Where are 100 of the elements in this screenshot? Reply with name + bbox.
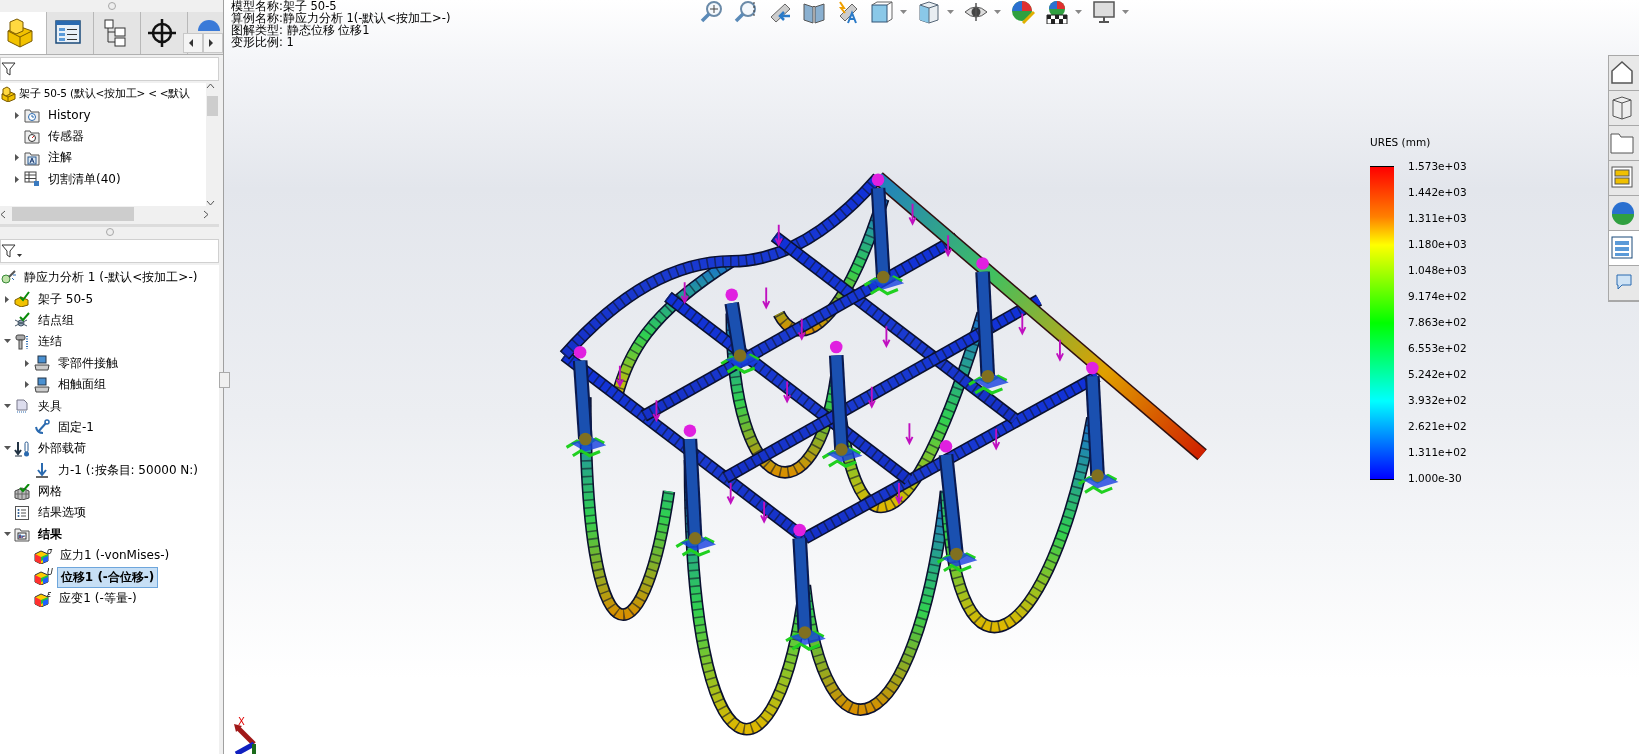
caret-icon bbox=[1075, 10, 1082, 14]
filter-field[interactable] bbox=[0, 57, 219, 81]
folder-chart-icon bbox=[14, 526, 30, 543]
arrow-thermometer-icon bbox=[14, 440, 30, 457]
tree-item[interactable]: 网格 bbox=[34, 481, 66, 503]
tree-item[interactable]: 结果选项 bbox=[34, 502, 90, 524]
folder-letter-icon bbox=[24, 149, 40, 166]
task-pane-tab[interactable] bbox=[1609, 196, 1639, 231]
scroll-right-button[interactable] bbox=[203, 33, 223, 53]
scroll-thumb[interactable] bbox=[12, 207, 134, 221]
workstation-icon bbox=[34, 376, 50, 393]
axis-label: X bbox=[238, 716, 245, 727]
left-arrow-icon bbox=[188, 39, 194, 47]
expand-arrow-icon[interactable] bbox=[22, 358, 32, 368]
scale-label: 9.174e+02 bbox=[1408, 290, 1467, 302]
scale-label: 1.442e+03 bbox=[1408, 186, 1467, 198]
tree-item[interactable]: 结果 bbox=[34, 523, 66, 545]
scale-label: 5.242e+02 bbox=[1408, 368, 1467, 380]
plot-symbol: U bbox=[47, 569, 53, 578]
scale-label: 1.048e+03 bbox=[1408, 264, 1467, 276]
scroll-left-button[interactable] bbox=[183, 33, 203, 53]
vertical-scrollbar[interactable] bbox=[206, 83, 219, 206]
down-arrow-icon bbox=[34, 462, 50, 479]
scale-label: 3.932e+02 bbox=[1408, 394, 1467, 406]
eye-icon bbox=[964, 0, 988, 24]
mesh-check-icon bbox=[14, 483, 30, 500]
block-icon bbox=[0, 85, 16, 102]
tree-item[interactable]: 注解 bbox=[44, 147, 76, 169]
folder-gauge-icon bbox=[24, 128, 40, 145]
monitor-icon bbox=[1092, 0, 1116, 24]
tree-item[interactable]: 夹具 bbox=[34, 395, 66, 417]
scale-label: 6.553e+02 bbox=[1408, 342, 1467, 354]
info-line: 变形比例: 1 bbox=[231, 36, 294, 48]
tree-item[interactable]: 应力1 (-vonMises-) bbox=[56, 545, 174, 567]
table-icon bbox=[24, 171, 40, 188]
workstation-icon bbox=[34, 355, 50, 372]
expand-arrow-icon[interactable] bbox=[2, 294, 12, 304]
filter-icon[interactable] bbox=[1, 61, 17, 77]
sphere-icon bbox=[1609, 199, 1637, 227]
collapse-arrow-icon[interactable] bbox=[2, 529, 12, 539]
plot-symbol: ε bbox=[47, 590, 52, 599]
tree-item[interactable]: 架子 50-5 (默认<按加工> < <默认 bbox=[18, 84, 192, 103]
tree-item[interactable]: 外部载荷 bbox=[34, 438, 90, 460]
tree-item[interactable]: 切割清单(40) bbox=[44, 168, 125, 190]
info-line: 图解类型: 静态位移 位移1 bbox=[231, 24, 370, 36]
caret-icon bbox=[900, 10, 907, 14]
tree-item[interactable]: 相触面组 bbox=[54, 374, 110, 396]
task-pane-tab[interactable] bbox=[1609, 231, 1639, 266]
tree-item[interactable]: 架子 50-5 bbox=[34, 288, 98, 310]
scale-label: 2.621e+02 bbox=[1408, 420, 1467, 432]
scroll-thumb[interactable] bbox=[207, 95, 218, 116]
crosshair-icon bbox=[146, 17, 178, 49]
folder-clock-icon bbox=[24, 107, 40, 124]
task-pane-tab[interactable] bbox=[1609, 161, 1639, 196]
ball-checker-icon bbox=[1045, 0, 1069, 24]
scale-label: 1.180e+03 bbox=[1408, 238, 1467, 250]
caret-icon bbox=[994, 10, 1001, 14]
task-pane-tab[interactable] bbox=[1609, 91, 1639, 126]
tree-item[interactable]: 固定-1 bbox=[54, 416, 98, 438]
node-check-icon bbox=[14, 312, 30, 329]
tree-item[interactable]: 结点组 bbox=[34, 309, 78, 331]
panel-collapse-handle[interactable] bbox=[219, 372, 230, 388]
info-line: 算例名称:静应力分析 1(-默认<按加工>-) bbox=[231, 12, 451, 24]
cube-icon bbox=[917, 0, 941, 24]
panel-tab[interactable] bbox=[141, 12, 188, 54]
splitter-handle[interactable] bbox=[105, 228, 114, 236]
splitter-handle[interactable] bbox=[107, 2, 116, 10]
magnifier-icon bbox=[700, 0, 724, 24]
expand-arrow-icon[interactable] bbox=[12, 174, 22, 184]
task-pane-tab[interactable] bbox=[1609, 56, 1639, 91]
tree-item[interactable]: 应变1 (-等量-) bbox=[55, 588, 141, 610]
collapse-arrow-icon[interactable] bbox=[2, 401, 12, 411]
list-icon bbox=[14, 505, 30, 521]
tree-item[interactable]: 传感器 bbox=[44, 125, 88, 147]
tree-item[interactable]: 连结 bbox=[34, 331, 66, 353]
magnifier-icon bbox=[734, 0, 758, 24]
right-arrow-icon bbox=[208, 39, 214, 47]
filter-field[interactable] bbox=[0, 239, 219, 263]
tree-item[interactable]: 零部件接触 bbox=[54, 352, 122, 374]
scale-label: 1.000e-30 bbox=[1408, 472, 1463, 484]
expand-arrow-icon[interactable] bbox=[12, 110, 22, 120]
tree-item[interactable]: 位移1 (-合位移-) bbox=[56, 566, 159, 588]
anchor-icon bbox=[34, 419, 50, 436]
tree-item[interactable]: 静应力分析 1 (-默认<按加工>-) bbox=[20, 267, 202, 289]
scale-label: 1.311e+02 bbox=[1408, 446, 1467, 458]
cube-icon bbox=[870, 0, 894, 24]
expand-arrow-icon[interactable] bbox=[12, 153, 22, 163]
info-line: 模型名称:架子 50-5 bbox=[231, 0, 337, 12]
legend-title: URES (mm) bbox=[1370, 136, 1432, 148]
scale-label: 1.573e+03 bbox=[1408, 160, 1467, 172]
expand-arrow-icon[interactable] bbox=[22, 380, 32, 390]
scale-label: 7.863e+02 bbox=[1408, 316, 1467, 328]
task-pane-tab[interactable] bbox=[1609, 126, 1639, 161]
tree-item[interactable]: History bbox=[44, 106, 95, 125]
caret-icon bbox=[1122, 10, 1129, 14]
dome-icon bbox=[198, 19, 220, 31]
section-icon bbox=[802, 0, 826, 24]
scope-letter-icon bbox=[836, 0, 860, 24]
filter-icon[interactable] bbox=[1, 243, 23, 259]
tree-item[interactable]: 力-1 (:按条目: 50000 N:) bbox=[54, 459, 203, 481]
